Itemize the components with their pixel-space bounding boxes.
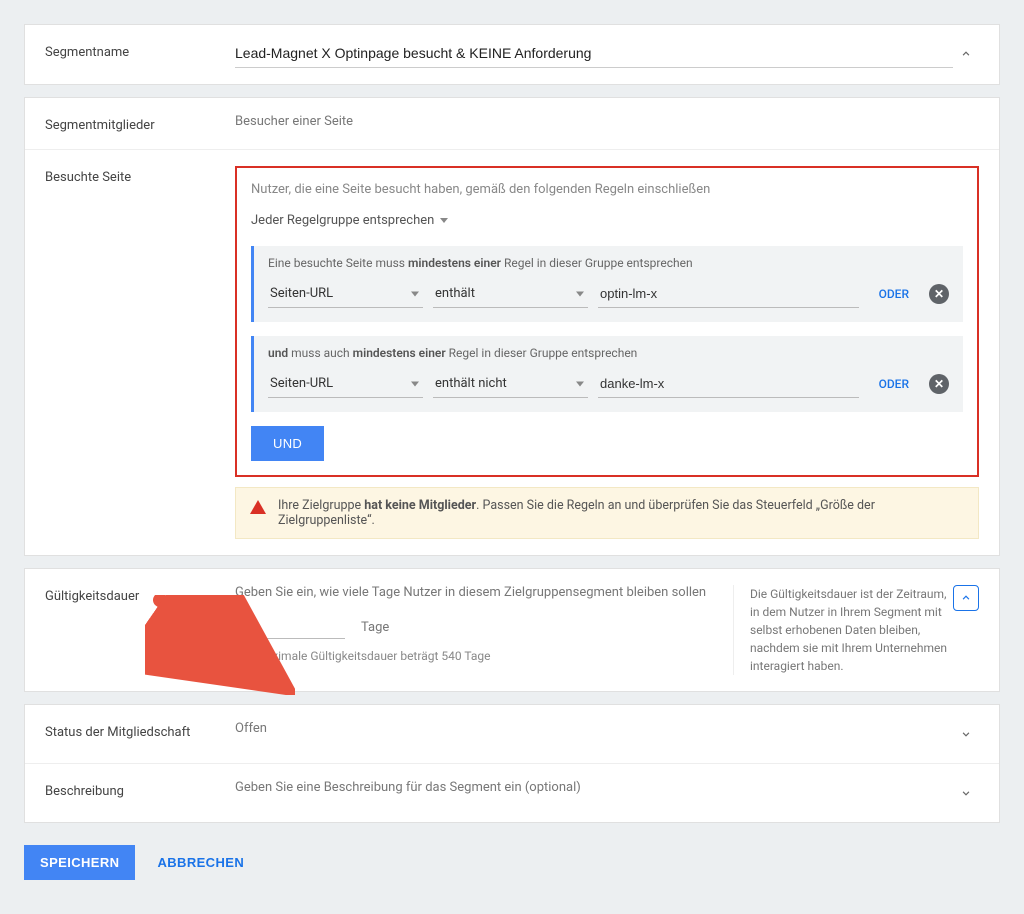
rule-group-1: Eine besuchte Seite muss mindestens eine…	[251, 246, 963, 322]
and-button[interactable]: UND	[251, 426, 324, 461]
caret-down-icon	[411, 381, 419, 386]
chevron-up-icon	[959, 591, 973, 605]
duration-label: Gültigkeitsdauer	[45, 585, 235, 604]
description-label: Beschreibung	[45, 780, 235, 799]
rule-group-2: und muss auch mindestens einer Regel in …	[251, 336, 963, 412]
close-icon: ✕	[934, 287, 944, 301]
caret-down-icon	[576, 291, 584, 296]
warning-icon	[250, 500, 266, 514]
duration-help-text: Die Gültigkeitsdauer ist der Zeitraum, i…	[733, 585, 953, 675]
caret-down-icon	[411, 291, 419, 296]
rule1-value-input[interactable]	[598, 280, 859, 308]
rule-group-2-caption: und muss auch mindestens einer Regel in …	[268, 346, 949, 360]
description-placeholder[interactable]: Geben Sie eine Beschreibung für das Segm…	[235, 780, 953, 795]
segment-name-input[interactable]	[235, 41, 953, 68]
expand-status-button[interactable]	[953, 721, 979, 747]
members-value: Besucher einer Seite	[235, 114, 979, 129]
expand-description-button[interactable]	[953, 780, 979, 806]
rule2-field-select[interactable]: Seiten-URL	[268, 370, 423, 398]
members-label: Segmentmitglieder	[45, 114, 235, 133]
duration-card: Gültigkeitsdauer Geben Sie ein, wie viel…	[24, 568, 1000, 692]
rule2-value-input[interactable]	[598, 370, 859, 398]
rule-group-1-caption: Eine besuchte Seite muss mindestens eine…	[268, 256, 949, 270]
save-button[interactable]: SPEICHERN	[24, 845, 135, 880]
close-icon: ✕	[934, 377, 944, 391]
visited-page-label: Besuchte Seite	[45, 166, 235, 185]
rule1-field-select[interactable]: Seiten-URL	[268, 280, 423, 308]
duration-prompt: Geben Sie ein, wie viele Tage Nutzer in …	[235, 585, 713, 600]
rule1-or-button[interactable]: ODER	[869, 281, 919, 307]
duration-days-input[interactable]	[235, 614, 345, 639]
rule1-remove-button[interactable]: ✕	[929, 284, 949, 304]
cancel-button[interactable]: ABBRECHEN	[143, 845, 258, 880]
include-hint: Nutzer, die eine Seite besucht haben, ge…	[251, 182, 963, 197]
rule1-operator-select[interactable]: enthält	[433, 280, 588, 308]
status-value: Offen	[235, 721, 953, 736]
duration-days-unit: Tage	[361, 620, 389, 635]
meta-card: Status der Mitgliedschaft Offen Beschrei…	[24, 704, 1000, 823]
warning-text: Ihre Zielgruppe hat keine Mitglieder. Pa…	[278, 498, 964, 528]
rule2-remove-button[interactable]: ✕	[929, 374, 949, 394]
rule2-operator-select[interactable]: enthält nicht	[433, 370, 588, 398]
duration-max-hint: Die maximale Gültigkeitsdauer beträgt 54…	[235, 649, 713, 663]
collapse-duration-button[interactable]	[953, 585, 979, 611]
no-members-warning: Ihre Zielgruppe hat keine Mitglieder. Pa…	[235, 487, 979, 539]
collapse-button[interactable]	[953, 41, 979, 67]
rules-highlight-frame: Nutzer, die eine Seite besucht haben, ge…	[235, 166, 979, 477]
caret-down-icon	[440, 218, 448, 223]
chevron-down-icon	[959, 727, 973, 741]
chevron-up-icon	[959, 47, 973, 61]
status-label: Status der Mitgliedschaft	[45, 721, 235, 740]
segment-name-label: Segmentname	[45, 41, 235, 60]
action-bar: SPEICHERN ABBRECHEN	[24, 835, 1000, 890]
caret-down-icon	[576, 381, 584, 386]
match-mode-label: Jeder Regelgruppe entsprechen	[251, 213, 434, 228]
rules-card: Segmentmitglieder Besucher einer Seite B…	[24, 97, 1000, 556]
rule2-or-button[interactable]: ODER	[869, 371, 919, 397]
match-mode-select[interactable]: Jeder Regelgruppe entsprechen	[251, 209, 448, 232]
chevron-down-icon	[959, 786, 973, 800]
segment-name-card: Segmentname	[24, 24, 1000, 85]
